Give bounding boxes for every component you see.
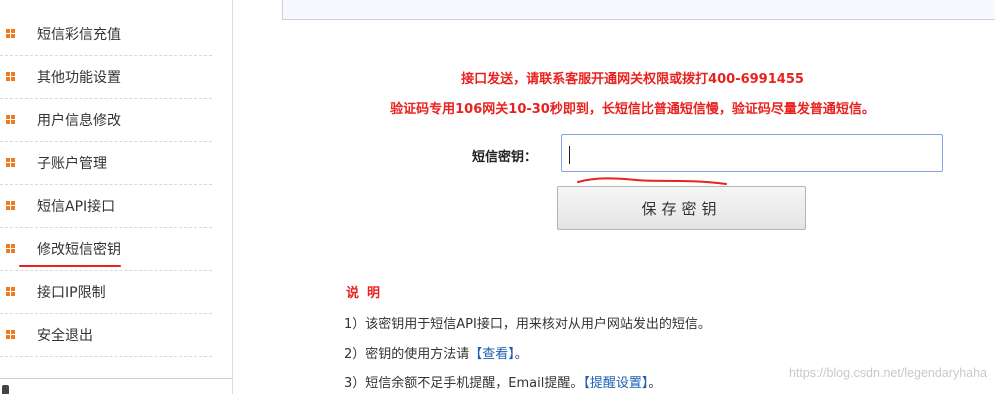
sidebar-item-label: 修改短信密钥 — [37, 241, 121, 258]
description-line: 3）短信余额不足手机提醒，Email提醒。【提醒设置】。 — [344, 372, 661, 391]
sidebar-item-label: 短信彩信充值 — [37, 26, 121, 43]
verification-notice: 验证码专用106网关10-30秒即到，长短信比普通短信慢，验证码尽量发普通短信。 — [390, 102, 875, 117]
bullet-icon — [6, 244, 15, 253]
sidebar-item-sms-api[interactable]: 短信API接口 — [0, 184, 212, 228]
bullet-icon — [6, 330, 15, 339]
description-text: 。 — [648, 376, 662, 391]
sidebar: 短信彩信充值 其他功能设置 用户信息修改 子账户管理 短信API接口 修改短信密… — [0, 0, 233, 394]
sidebar-item-sms-recharge[interactable]: 短信彩信充值 — [0, 12, 212, 56]
sidebar-item-label: 用户信息修改 — [37, 112, 121, 129]
sidebar-item-other-settings[interactable]: 其他功能设置 — [0, 55, 212, 99]
description-line: 1）该密钥用于短信API接口，用来核对从用户网站发出的短信。 — [344, 317, 711, 332]
sms-key-label: 短信密钥： — [472, 150, 538, 165]
sidebar-item-label: 短信API接口 — [37, 198, 116, 215]
sidebar-item-label: 子账户管理 — [37, 155, 107, 172]
sms-key-input[interactable] — [561, 134, 943, 172]
cursor-fragment — [2, 385, 9, 394]
bullet-icon — [6, 72, 15, 81]
annotation-underline — [19, 265, 121, 267]
bullet-icon — [6, 29, 15, 38]
description-line: 2）密钥的使用方法请【查看】。 — [344, 343, 528, 362]
description-text: 。 — [514, 347, 528, 362]
bullet-icon — [6, 158, 15, 167]
bullet-icon — [6, 201, 15, 210]
sidebar-item-label: 安全退出 — [37, 327, 93, 344]
description-text: 2）密钥的使用方法请 — [344, 347, 470, 362]
main-content: 接口发送，请联系客服开通网关权限或拨打400-6991455 验证码专用106网… — [258, 0, 995, 394]
sidebar-item-logout[interactable]: 安全退出 — [0, 313, 212, 357]
sidebar-item-label: 接口IP限制 — [37, 284, 106, 301]
description-text: 3）短信余额不足手机提醒，Email提醒。 — [344, 376, 584, 391]
watermark: https://blog.csdn.net/legendaryhaha — [788, 366, 987, 380]
sidebar-item-label: 其他功能设置 — [37, 69, 121, 86]
gateway-notice: 接口发送，请联系客服开通网关权限或拨打400-6991455 — [461, 72, 804, 87]
description-title: 说明 — [346, 286, 389, 301]
sidebar-divider — [0, 378, 232, 379]
sidebar-item-ip-limit[interactable]: 接口IP限制 — [0, 270, 212, 314]
bullet-icon — [6, 287, 15, 296]
view-link[interactable]: 【查看】 — [469, 347, 515, 362]
sidebar-item-sub-accounts[interactable]: 子账户管理 — [0, 141, 212, 185]
bullet-icon — [6, 115, 15, 124]
text-caret — [569, 146, 570, 164]
sidebar-item-user-info[interactable]: 用户信息修改 — [0, 98, 212, 142]
save-key-button[interactable]: 保存密钥 — [557, 186, 806, 230]
reminder-settings-link[interactable]: 【提醒设置】 — [583, 376, 648, 391]
